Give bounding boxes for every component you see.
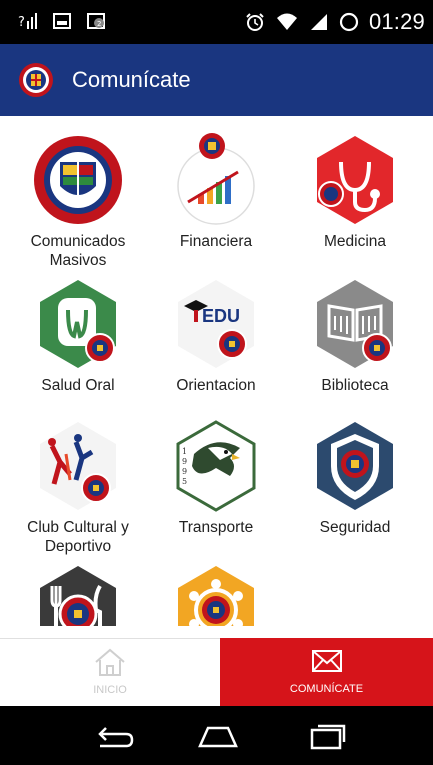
alarm-icon bbox=[246, 13, 264, 31]
school-logo-icon[interactable] bbox=[18, 62, 54, 98]
graduation-edu-icon: EDU bbox=[178, 280, 254, 368]
tile-comunicados-masivos[interactable]: Comunicados Masivos bbox=[6, 132, 150, 270]
tile-label: Medicina bbox=[323, 233, 387, 250]
svg-text:5: 5 bbox=[182, 477, 187, 486]
notification-badge-icon: 2 bbox=[87, 13, 105, 29]
svg-text:9: 9 bbox=[182, 457, 187, 466]
status-left-icons: ? 2 bbox=[18, 11, 106, 31]
school-crest-icon bbox=[34, 136, 122, 224]
tile-label: Salud Oral bbox=[41, 377, 115, 394]
status-bar: ? 2 01:29 bbox=[0, 0, 433, 44]
svg-text:9: 9 bbox=[182, 467, 187, 476]
status-right-icons: 01:29 bbox=[245, 9, 425, 35]
sports-figures-icon bbox=[40, 422, 116, 510]
recent-apps-icon[interactable] bbox=[306, 722, 350, 750]
tooth-icon bbox=[40, 280, 116, 368]
cell-signal-icon bbox=[310, 14, 327, 30]
tile-financiera[interactable]: Financiera bbox=[144, 132, 288, 251]
nav-tab-inicio[interactable]: INICIO bbox=[0, 638, 220, 706]
tile-seguridad[interactable]: Seguridad bbox=[283, 418, 427, 537]
dining-icon bbox=[40, 566, 116, 626]
home-icon bbox=[95, 648, 125, 676]
tile-comunidad[interactable] bbox=[144, 562, 288, 626]
tile-club-cultural[interactable]: Club Cultural y Deportivo bbox=[6, 418, 150, 556]
home-nav-icon[interactable] bbox=[196, 722, 240, 750]
tile-label: Financiera bbox=[179, 233, 253, 250]
edu-text: EDU bbox=[202, 306, 240, 326]
signal-unknown-icon: ? bbox=[18, 13, 37, 30]
svg-text:1: 1 bbox=[182, 447, 187, 456]
tile-orientacion[interactable]: EDU Orientacion bbox=[144, 276, 288, 395]
envelope-icon bbox=[311, 650, 342, 672]
nav-tab-comunicate[interactable]: COMUNÍCATE bbox=[220, 638, 433, 706]
svg-text:2: 2 bbox=[97, 20, 101, 28]
tile-label: Club Cultural y Deportivo bbox=[27, 519, 129, 555]
app-title: Comunícate bbox=[72, 67, 191, 92]
tile-salud-oral[interactable]: Salud Oral bbox=[6, 276, 150, 395]
tile-medicina[interactable]: Medicina bbox=[283, 132, 427, 251]
tile-biblioteca[interactable]: Biblioteca bbox=[283, 276, 427, 395]
tile-transporte[interactable]: 1 9 9 5 Transporte bbox=[144, 418, 288, 537]
eagle-icon: 1 9 9 5 bbox=[176, 420, 256, 512]
community-icon bbox=[178, 566, 254, 626]
book-icon bbox=[317, 280, 393, 368]
android-nav-bar bbox=[0, 706, 433, 765]
status-time: 01:29 bbox=[368, 9, 425, 34]
back-icon[interactable] bbox=[92, 722, 136, 750]
nav-label-inicio: INICIO bbox=[93, 684, 127, 696]
tile-label: Biblioteca bbox=[321, 377, 389, 394]
tile-label: Transporte bbox=[178, 519, 254, 536]
tile-label: Comunicados Masivos bbox=[30, 233, 126, 269]
tile-label: Orientacion bbox=[176, 377, 256, 394]
svg-text:?: ? bbox=[18, 15, 25, 30]
nav-label-comunicate: COMUNÍCATE bbox=[289, 683, 364, 695]
shield-icon bbox=[317, 422, 393, 510]
stethoscope-icon bbox=[317, 136, 393, 224]
tile-label: Seguridad bbox=[319, 519, 391, 536]
finance-chart-icon bbox=[177, 133, 255, 225]
image-icon bbox=[53, 13, 71, 29]
wifi-icon bbox=[276, 13, 297, 30]
bottom-nav: INICIO COMUNÍCATE bbox=[0, 638, 433, 706]
app-bar: Comunícate bbox=[0, 44, 433, 116]
tile-restaurante[interactable] bbox=[6, 562, 150, 626]
battery-icon bbox=[339, 12, 359, 32]
module-grid: Comunicados Masivos Financiera Medicina bbox=[0, 116, 433, 626]
